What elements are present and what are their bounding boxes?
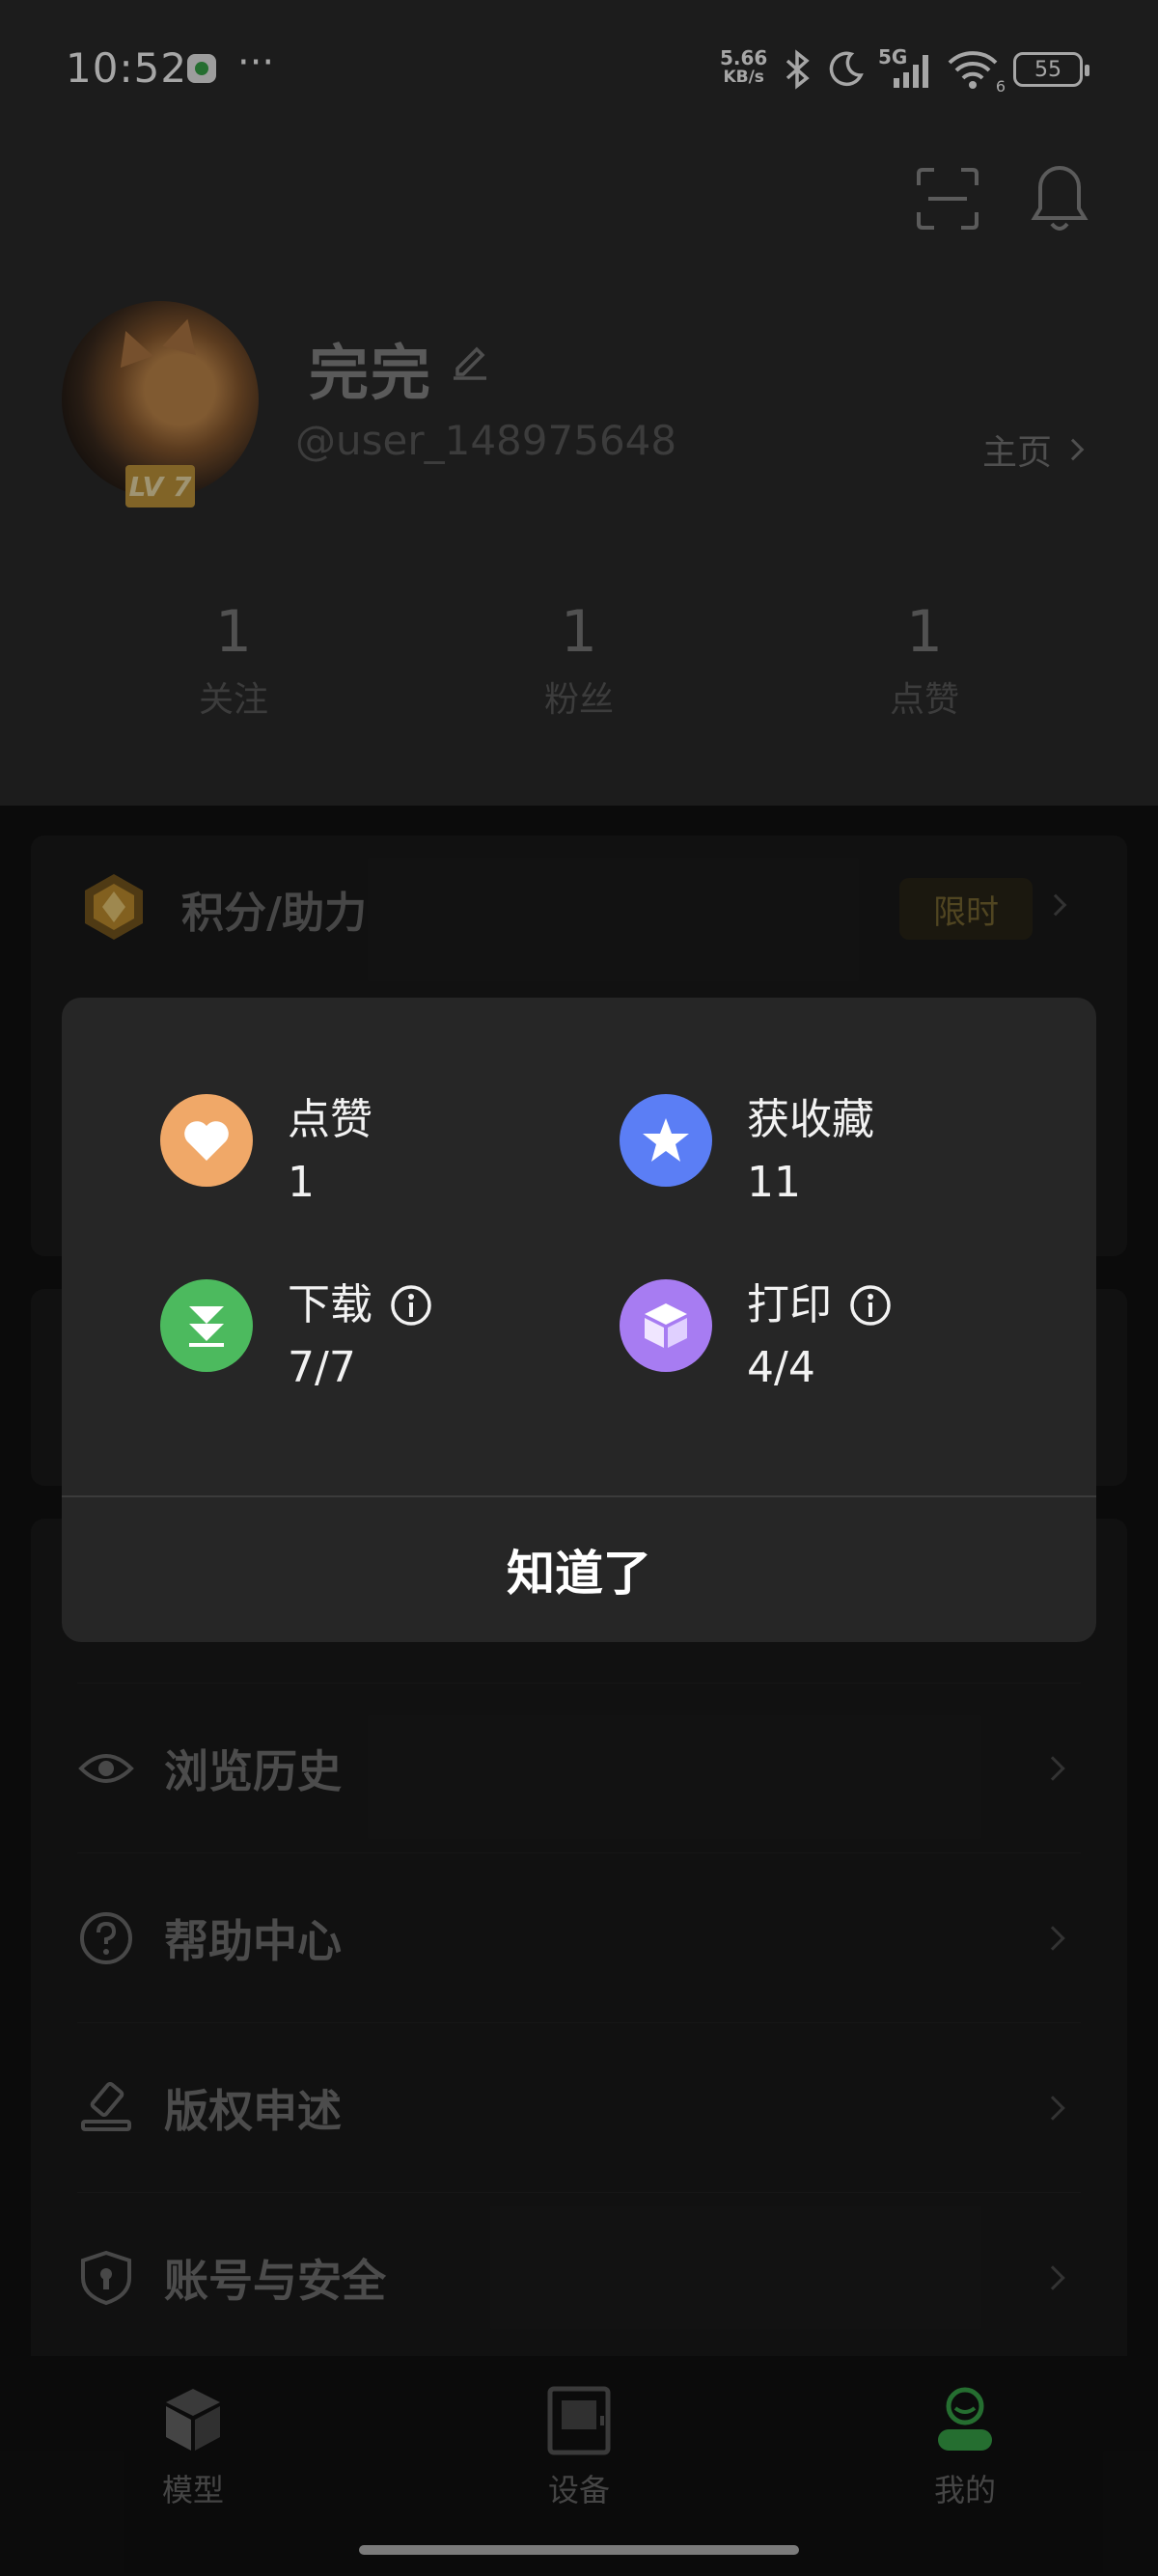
info-icon[interactable] xyxy=(390,1284,432,1327)
heart-icon xyxy=(160,1094,253,1187)
dialog-item-downloads: 下载 7/7 xyxy=(160,1279,432,1397)
cube-icon xyxy=(620,1279,712,1372)
dialog-item-likes: 点赞 1 xyxy=(160,1094,372,1212)
dialog-item-prints: 打印 4/4 xyxy=(620,1279,892,1397)
download-icon xyxy=(160,1279,253,1372)
dialog-item-favorites: 获收藏 11 xyxy=(620,1094,874,1212)
got-it-button[interactable]: 知道了 xyxy=(62,1497,1096,1642)
stats-dialog: 点赞 1 获收藏 11 下载 7/7 打印 4/4 知道了 xyxy=(62,998,1096,1642)
info-icon[interactable] xyxy=(849,1284,892,1327)
star-icon xyxy=(620,1094,712,1187)
